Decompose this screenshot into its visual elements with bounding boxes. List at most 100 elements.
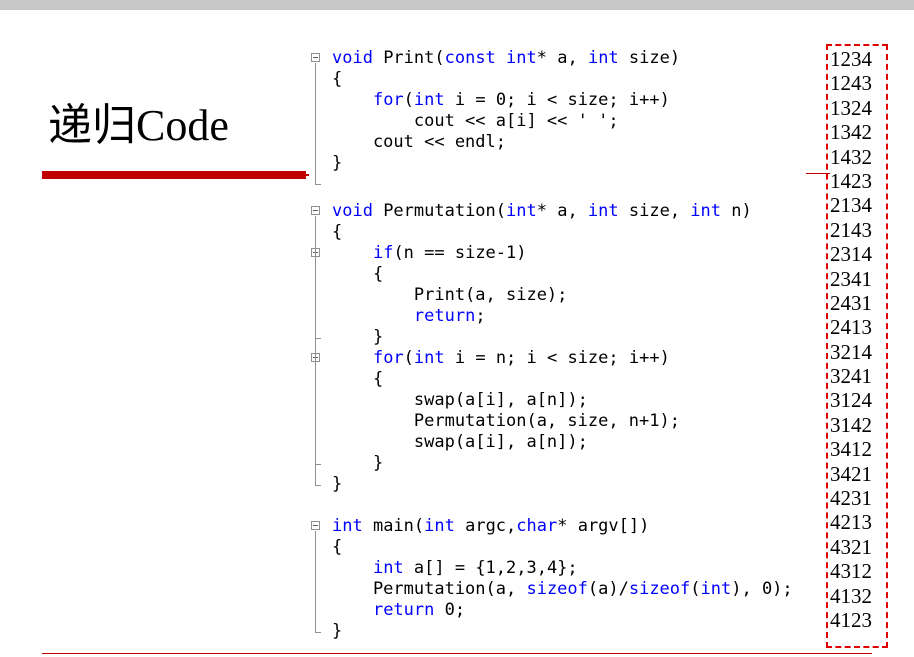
- code-keyword: sizeof: [526, 579, 588, 599]
- code-token: cout << endl;: [332, 132, 506, 152]
- code-token: (: [403, 90, 414, 110]
- code-line: void Print(const int* a, int size): [310, 48, 810, 69]
- permutation-item: 4213: [830, 510, 872, 535]
- code-line: void Permutation(int* a, int size, int n…: [310, 201, 810, 222]
- code-line: }: [310, 453, 810, 474]
- code-token: argc,: [454, 516, 517, 536]
- code-token: (n == size-1): [393, 243, 527, 263]
- code-token: }: [332, 453, 384, 473]
- permutation-item: 3241: [830, 364, 872, 389]
- outline-end-tick: [315, 184, 321, 185]
- outline-end-tick: [315, 485, 321, 486]
- permutation-item: 3421: [830, 461, 872, 486]
- code-line-text: swap(a[i], a[n]);: [332, 390, 588, 411]
- collapse-toggle-icon[interactable]: [311, 206, 320, 215]
- code-token: (: [403, 348, 414, 368]
- code-line-text: cout << endl;: [332, 132, 506, 153]
- code-keyword: for: [372, 348, 404, 368]
- code-block: void Print(const int* a, int size){ for(…: [310, 48, 810, 648]
- code-line-text: {: [332, 537, 342, 558]
- top-bar: [0, 0, 914, 10]
- code-keyword: int: [700, 579, 732, 599]
- code-line-text: }: [332, 153, 342, 174]
- permutation-item: 1324: [830, 95, 872, 120]
- title-underline: [42, 171, 306, 179]
- code-line-text: return 0;: [332, 600, 465, 621]
- permutation-item: 1234: [830, 47, 872, 71]
- code-token: n): [721, 201, 752, 221]
- code-token: Permutation(: [372, 201, 507, 221]
- permutation-item: 2431: [830, 290, 872, 315]
- code-line-text: int main(int argc,char* argv[]): [332, 516, 649, 537]
- code-token: {: [332, 69, 343, 89]
- outline-guide: [315, 363, 316, 464]
- permutation-item: 2341: [830, 266, 872, 291]
- code-token: size): [618, 48, 681, 68]
- code-keyword: int: [332, 516, 363, 536]
- code-token: Permutation(a, size, n+1);: [332, 411, 680, 431]
- code-line: Print(a, size);: [310, 285, 810, 306]
- permutation-item: 3412: [830, 437, 872, 462]
- code-keyword: int: [413, 348, 445, 368]
- code-line-text: }: [332, 621, 342, 642]
- permutation-output-list: 1234 1243 1324 1342 1432 1423 2134 2143 2314 2341…: [830, 47, 888, 632]
- code-line-text: Permutation(a, sizeof(a)/sizeof(int), 0)…: [332, 579, 793, 600]
- code-keyword: int: [587, 48, 619, 68]
- code-keyword: return: [413, 306, 476, 326]
- code-line: {: [310, 264, 810, 285]
- permutation-item: 4132: [830, 583, 872, 608]
- code-token: }: [332, 153, 343, 173]
- code-token: }: [332, 327, 384, 347]
- code-keyword: int: [587, 201, 619, 221]
- code-token: swap(a[i], a[n]);: [332, 390, 588, 410]
- permutation-item: 3142: [830, 412, 872, 437]
- code-line-text: }: [332, 327, 383, 348]
- code-keyword: int: [372, 558, 404, 578]
- code-line-text: {: [332, 222, 342, 243]
- code-line: return;: [310, 306, 810, 327]
- code-token: i = 0; i < size; i++): [444, 90, 670, 110]
- permutation-item: 1243: [830, 71, 872, 96]
- permutation-item: 1342: [830, 120, 872, 145]
- code-line: cout << endl;: [310, 132, 810, 153]
- code-line: cout << a[i] << ' ';: [310, 111, 810, 132]
- code-line-text: {: [332, 69, 342, 90]
- permutation-item: 3124: [830, 388, 872, 413]
- code-line: int main(int argc,char* argv[]): [310, 516, 810, 537]
- outline-end-tick: [315, 338, 321, 339]
- outline-guide: [315, 63, 316, 184]
- collapse-toggle-icon[interactable]: [311, 53, 320, 62]
- code-line-text: }: [332, 474, 342, 495]
- code-keyword: for: [372, 90, 404, 110]
- permutation-item: 4231: [830, 486, 872, 511]
- code-line-text: swap(a[i], a[n]);: [332, 432, 588, 453]
- code-keyword: int: [506, 48, 537, 68]
- code-keyword: char: [516, 516, 558, 536]
- permutation-item: 2143: [830, 217, 872, 242]
- code-keyword: int: [506, 201, 537, 221]
- slide-title: 递归Code: [48, 101, 229, 150]
- code-keyword: int: [690, 201, 722, 221]
- code-token: cout << a[i] << ' ';: [332, 111, 619, 131]
- outline-guide: [315, 531, 316, 632]
- code-line: return 0;: [310, 600, 810, 621]
- code-keyword: int: [413, 90, 445, 110]
- code-token: {: [332, 369, 384, 389]
- code-token: i = n; i < size; i++): [444, 348, 670, 368]
- code-token: ), 0);: [731, 579, 793, 599]
- code-line-text: for(int i = n; i < size; i++): [332, 348, 670, 369]
- permutation-item: 1432: [830, 144, 872, 169]
- outline-end-tick: [315, 632, 321, 633]
- code-line: }: [310, 621, 810, 642]
- collapse-toggle-icon[interactable]: [311, 521, 320, 530]
- code-keyword: void: [332, 48, 373, 68]
- code-line-text: cout << a[i] << ' ';: [332, 111, 619, 132]
- code-token: {: [332, 264, 384, 284]
- code-line: {: [310, 69, 810, 90]
- code-line-text: for(int i = 0; i < size; i++): [332, 90, 670, 111]
- code-line: }: [310, 474, 810, 495]
